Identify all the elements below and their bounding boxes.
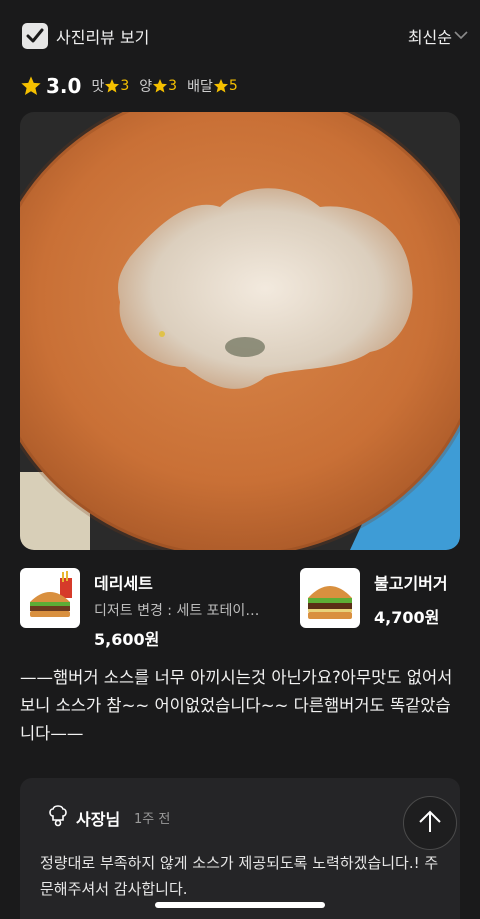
review-page: 사진리뷰 보기 최신순 3.0 맛 3 양 3 배달 5 데리세트 디저트 변경… [0, 0, 480, 919]
overall-rating: 3.0 [46, 74, 82, 98]
rating-summary: 3.0 맛 3 양 3 배달 5 [20, 74, 246, 98]
photo-review-label[interactable]: 사진리뷰 보기 [56, 24, 149, 48]
taste-rating: 3 [120, 78, 130, 94]
star-icon [21, 76, 41, 95]
taste-label: 맛 [91, 79, 105, 95]
burger-image [308, 586, 352, 619]
menu-thumbnail [300, 568, 360, 628]
menu-info: 불고기버거 4,700원 [374, 570, 448, 628]
burger-set-image [30, 571, 72, 617]
quantity-label: 양 [139, 79, 153, 95]
owner-reply-text: 정량대로 부족하지 않게 소스가 제공되도록 노력하겠습니다.! 주문해주셔서 … [40, 854, 439, 898]
menu-price: 5,600원 [94, 630, 160, 649]
scroll-to-top-button[interactable] [403, 796, 457, 850]
quantity-rating: 3 [168, 78, 178, 94]
menu-info: 데리세트 디저트 변경 : 세트 포테이… 5,600원 [94, 570, 259, 650]
chef-hat-icon [49, 805, 67, 827]
delivery-rating: 5 [228, 78, 238, 94]
arrow-up-icon [419, 810, 441, 832]
review-text: ——햄버거 소스를 너무 아끼시는것 아닌가요?아무맛도 없어서 보니 소스가 … [20, 668, 453, 743]
owner-reply-card: 사장님 1주 전 정량대로 부족하지 않게 소스가 제공되도록 노력하겠습니다.… [20, 778, 460, 919]
star-icon [153, 79, 168, 93]
review-filter-bar: 사진리뷰 보기 최신순 [20, 20, 468, 52]
home-indicator[interactable] [155, 902, 325, 908]
star-icon [105, 79, 120, 93]
menu-thumbnail [20, 568, 80, 628]
menu-name: 불고기버거 [374, 574, 448, 593]
menu-item[interactable]: 데리세트 디저트 변경 : 세트 포테이… 5,600원 [20, 568, 290, 649]
review-photo[interactable] [20, 112, 460, 550]
sort-dropdown[interactable]: 최신순 [408, 24, 452, 48]
reply-time: 1주 전 [134, 812, 171, 827]
menu-price: 4,700원 [374, 608, 440, 627]
chevron-down-icon[interactable] [454, 30, 468, 40]
checkmark-icon [26, 28, 44, 43]
photo-review-checkbox[interactable] [22, 23, 48, 49]
menu-item[interactable]: 불고기버거 4,700원 [300, 568, 460, 642]
menu-option: 디저트 변경 : 세트 포테이… [94, 603, 260, 619]
delivery-label: 배달 [187, 79, 213, 95]
fried-patty-photo [20, 112, 460, 550]
menu-name: 데리세트 [94, 574, 153, 593]
owner-name: 사장님 [76, 810, 121, 829]
star-icon [213, 79, 228, 93]
